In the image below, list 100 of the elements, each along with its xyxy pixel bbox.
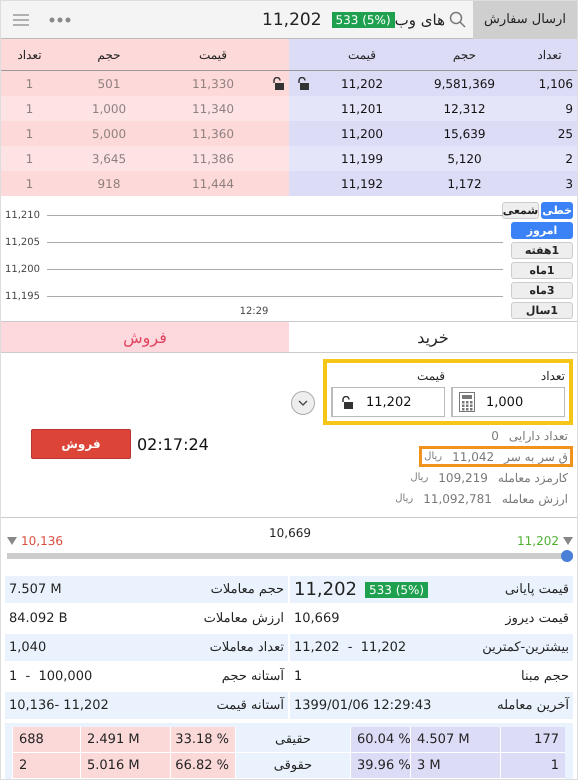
stat-label: آخرین معامله (497, 698, 569, 713)
period-button[interactable]: 1سال (511, 302, 573, 319)
y-axis-label: 11,195 (5, 291, 41, 302)
info-label: ارزش معامله (502, 492, 568, 506)
price-label: قیمت (416, 369, 446, 383)
table-cell: 1 (500, 753, 565, 779)
period-button[interactable]: امروز (511, 222, 573, 239)
period-button[interactable]: 3ماه (511, 282, 573, 299)
table-cell: 5.016 M (80, 753, 170, 779)
stat-value: 11,202 - 11,202 (294, 640, 406, 655)
symbol-name: های وب (394, 10, 445, 28)
stat-value: 11,202 (294, 579, 357, 600)
stat-label: آستانه حجم (222, 669, 284, 684)
sell-button[interactable]: فروش (31, 429, 131, 459)
stat-label: تعداد معاملات (210, 640, 284, 655)
table-cell: 3 M (410, 753, 500, 779)
unlock-icon[interactable] (296, 77, 308, 90)
table-cell-text: 1,172 (446, 176, 483, 190)
stat-label: بیشترین-کمترین (482, 640, 569, 655)
table-cell-text: 1 (24, 176, 34, 190)
table-cell-text: 3,645 (90, 152, 128, 166)
chart-type-button[interactable]: شمعی (502, 202, 540, 219)
table-cell-text: 1 (24, 102, 34, 116)
quantity-input[interactable]: 1,000 (480, 394, 564, 410)
stat-label: حجم معاملات (210, 582, 284, 597)
table-cell-text: 5,000 (90, 126, 128, 140)
stat-value: 84.092 B (9, 611, 68, 626)
unlock-icon[interactable] (340, 396, 352, 408)
quantity-field[interactable]: 1,000 (451, 387, 565, 417)
more-icon[interactable] (49, 16, 71, 22)
table-cell: 66.82 % (170, 753, 235, 779)
price-input[interactable]: 11,202 (360, 394, 444, 410)
stat-label: ارزش معاملات (204, 611, 284, 626)
info-label: کارمزد معامله (498, 470, 568, 484)
stat-value: 10,136- 11,202 (9, 698, 109, 713)
currency-unit: ریال (410, 472, 428, 483)
stat-value: 1,040 (9, 640, 46, 655)
period-button[interactable]: 1ماه (511, 262, 573, 279)
stat-label: آستانه قیمت (216, 698, 284, 713)
column-header: حجم (452, 48, 478, 62)
period-button[interactable]: 1هفته (511, 242, 573, 259)
stat-value: 7.507 M (9, 582, 62, 597)
table-cell-text: 1 (24, 126, 34, 140)
table-cell-text: 3 (564, 176, 574, 190)
table-cell-text: 1,000 (90, 102, 128, 116)
stat-value: 10,669 (294, 611, 340, 626)
table-cell-text: 11,444 (191, 176, 235, 190)
price-field[interactable]: 11,202 (331, 387, 445, 417)
change-badge: 533 (5%) (332, 12, 395, 28)
table-cell-text: 12,312 (442, 102, 486, 116)
table-cell-text: 501 (96, 76, 122, 90)
table-cell-text: 1 (24, 152, 34, 166)
stat-value: 1 (294, 669, 302, 684)
info-label: ق سر به سر (504, 450, 568, 464)
table-cell-text: 11,386 (191, 152, 235, 166)
table-cell-text: 11,200 (340, 126, 384, 140)
column-header: تعداد (16, 48, 43, 62)
y-axis-label: 11,205 (5, 237, 41, 248)
table-cell-text: 2 (564, 152, 574, 166)
table-cell: 2.491 M (80, 727, 170, 753)
menu-icon[interactable] (13, 14, 29, 26)
reference-price: 10,669 (269, 526, 311, 540)
y-axis-label: 11,200 (5, 264, 41, 275)
column-header: حجم (96, 48, 122, 62)
x-axis-label: 12:29 (240, 306, 268, 317)
search-icon[interactable] (449, 10, 467, 28)
unlock-icon[interactable] (272, 77, 284, 90)
table-cell: 33.18 % (170, 727, 235, 753)
info-label: تعداد دارایی (508, 428, 568, 442)
column-header: قیمت (198, 48, 228, 62)
change-badge: 533 (5%) (364, 582, 428, 598)
stat-value: 1 - 100,000 (9, 669, 92, 684)
info-value: 11,042 (452, 450, 494, 464)
table-cell: 2 (12, 753, 80, 779)
chevron-icon (298, 400, 308, 406)
table-cell-text: 1,106 (538, 76, 574, 90)
table-cell-text: 9 (564, 102, 574, 116)
table-cell-text: 11,360 (191, 126, 235, 140)
table-cell-text: 1 (24, 76, 34, 90)
table-cell-text: 11,199 (340, 152, 384, 166)
table-cell: 177 (500, 727, 565, 753)
table-cell-text: 11,202 (340, 76, 384, 90)
table-cell-text: 9,581,369 (432, 76, 496, 90)
y-axis-label: 11,210 (5, 210, 41, 221)
slider-thumb[interactable] (561, 550, 573, 562)
countdown-timer: 02:17:24 (137, 434, 209, 454)
chart-type-button[interactable]: خطی (541, 202, 573, 219)
send-order-button[interactable]: ارسال سفارش (473, 1, 577, 38)
table-cell: حقوقی (235, 753, 350, 779)
column-header: تعداد (536, 48, 563, 62)
table-cell-text: 25 (556, 126, 574, 140)
info-value: 109,219 (438, 470, 488, 484)
quantity-label: تعداد (540, 369, 565, 383)
calculator-icon[interactable] (458, 392, 474, 412)
expand-button[interactable] (291, 391, 315, 415)
table-cell-text: 11,330 (191, 76, 235, 90)
table-cell-text: 11,340 (191, 102, 235, 116)
last-price: 11,202 (262, 10, 322, 30)
currency-unit: ریال (424, 451, 442, 462)
column-header: قیمت (346, 48, 378, 62)
